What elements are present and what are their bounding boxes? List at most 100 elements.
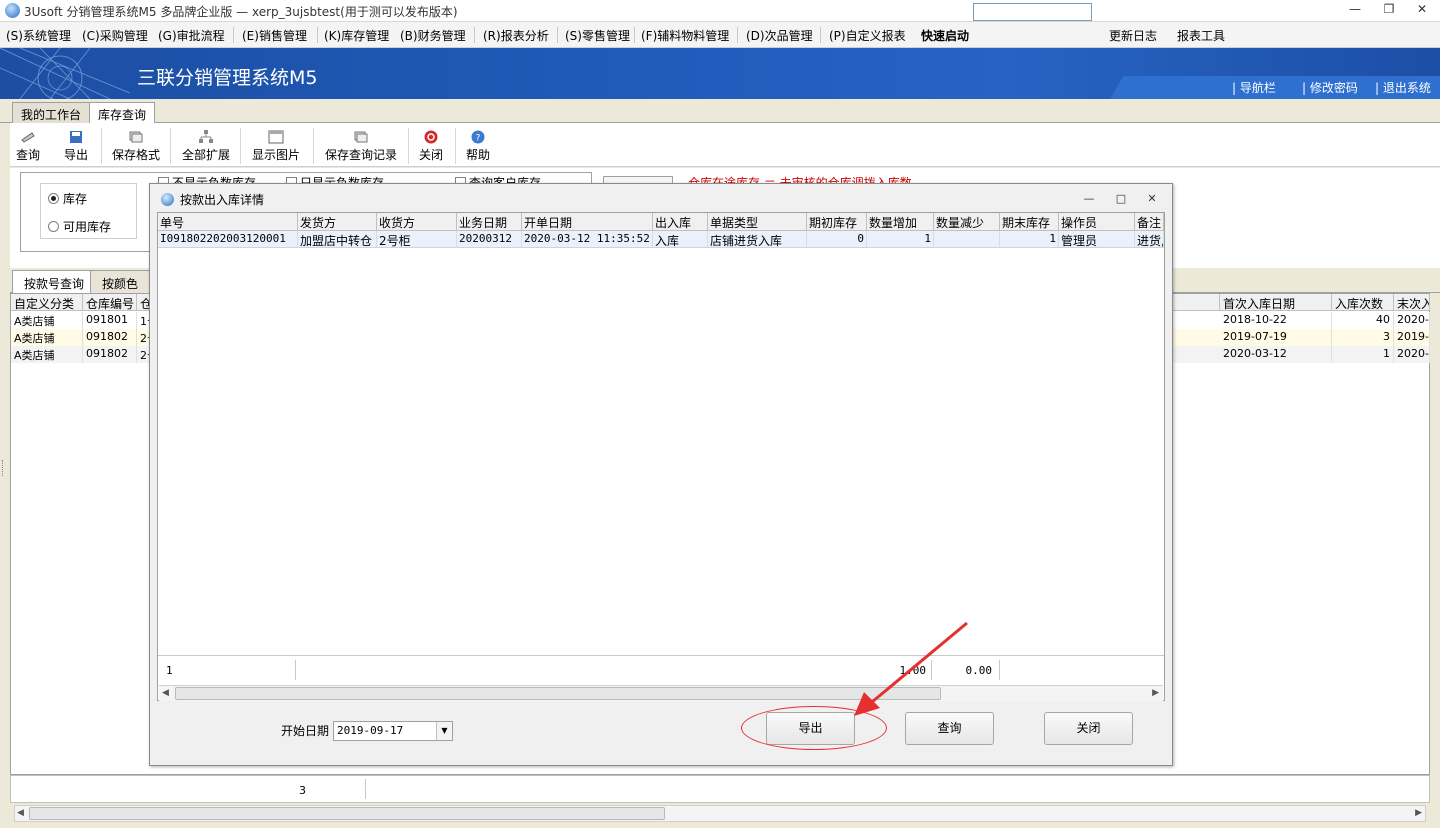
col-header-created-date[interactable]: 开单日期 xyxy=(522,213,653,231)
menu-custom-report[interactable]: (P)自定义报表 xyxy=(829,27,906,44)
menu-stock[interactable]: (K)库存管理 xyxy=(324,27,389,44)
stack-icon xyxy=(129,131,143,143)
col-header-last-in[interactable]: 末次入 xyxy=(1394,294,1430,311)
cell-remark: 进货, xyxy=(1135,231,1164,248)
export-button[interactable]: 导出 xyxy=(64,130,88,163)
menu-finance[interactable]: (B)财务管理 xyxy=(400,27,466,44)
scroll-left-icon[interactable]: ◀ xyxy=(17,808,24,818)
toolbar-separator xyxy=(455,128,456,164)
cell-sender: 加盟店中转仓 xyxy=(298,231,377,248)
quick-start-input[interactable] xyxy=(973,3,1092,21)
cell-last-in: 2020- xyxy=(1394,312,1430,329)
show-image-button[interactable]: 显示图片 xyxy=(252,130,300,163)
detail-grid xyxy=(157,212,1165,701)
col-header-remark[interactable]: 备注 xyxy=(1135,213,1164,231)
toolbar-separator xyxy=(170,128,171,164)
close-button[interactable]: 关闭 xyxy=(1044,712,1133,745)
col-header-qty-increase[interactable]: 数量增加 xyxy=(867,213,934,231)
menu-sales[interactable]: (E)销售管理 xyxy=(242,27,307,44)
change-password-label: 修改密码 xyxy=(1309,81,1358,95)
menu-report-tool[interactable]: 报表工具 xyxy=(1177,27,1225,44)
splitter-grip[interactable] xyxy=(2,460,5,476)
radio-stock[interactable]: 库存 xyxy=(48,190,87,207)
menu-system[interactable]: (S)系统管理 xyxy=(6,27,71,44)
cell-in-times: 1 xyxy=(1332,346,1394,363)
save-query-record-label: 保存查询记录 xyxy=(325,148,398,162)
cell-doc-no: I091802202003120001 xyxy=(158,231,298,248)
radio-available-stock[interactable]: 可用库存 xyxy=(48,218,111,235)
cell-opening-stock: 0 xyxy=(807,231,867,248)
tab-by-color[interactable]: 按颜色查 xyxy=(90,270,150,293)
menu-defects[interactable]: (D)次品管理 xyxy=(746,27,813,44)
restore-icon[interactable]: ❐ xyxy=(1377,2,1401,20)
cell-qty-decrease xyxy=(934,231,1000,248)
scroll-right-icon[interactable]: ▶ xyxy=(1415,808,1422,818)
chevron-down-icon[interactable]: ▼ xyxy=(436,722,452,740)
scroll-right-icon[interactable]: ▶ xyxy=(1152,688,1159,698)
dialog-minimize-icon[interactable]: — xyxy=(1081,192,1097,208)
cell-operator: 管理员 xyxy=(1059,231,1135,248)
svg-text:?: ? xyxy=(476,134,481,144)
change-password-link[interactable]: | 修改密码 xyxy=(1302,79,1358,96)
close-button[interactable]: 关闭 xyxy=(419,130,443,163)
cell-first-in-date: 2019-07-19 xyxy=(1220,329,1332,346)
cell-first-in-date: 2018-10-22 xyxy=(1220,312,1332,329)
export-label: 导出 xyxy=(64,148,89,162)
menu-separator xyxy=(820,27,821,43)
quick-start-label: 快速启动 xyxy=(921,29,970,43)
help-button[interactable]: ? 帮助 xyxy=(466,130,490,163)
summary-separator xyxy=(365,779,366,799)
col-header-warehouse-code[interactable]: 仓库编号 xyxy=(83,294,137,311)
menu-purchase[interactable]: (C)采购管理 xyxy=(82,27,148,44)
cell-warehouse-code: 091801 xyxy=(83,312,137,329)
expand-all-button[interactable]: 全部扩展 xyxy=(182,130,230,163)
col-header-in-out[interactable]: 出入库 xyxy=(653,213,708,231)
menu-separator xyxy=(737,27,738,43)
col-header-qty-decrease[interactable]: 数量减少 xyxy=(934,213,1000,231)
query-button[interactable]: 查询 xyxy=(16,130,40,163)
col-header-operator[interactable]: 操作员 xyxy=(1059,213,1135,231)
main-horizontal-scrollbar[interactable]: ◀ ▶ xyxy=(14,805,1426,822)
col-header-doc-no[interactable]: 单号 xyxy=(158,213,298,231)
col-header-category[interactable]: 自定义分类 xyxy=(11,294,83,311)
col-header-hidden[interactable] xyxy=(1172,294,1220,311)
col-header-sender[interactable]: 发货方 xyxy=(298,213,377,231)
scroll-thumb[interactable] xyxy=(29,807,665,820)
save-query-record-button[interactable]: 保存查询记录 xyxy=(325,130,397,163)
dialog-title: 按款出入库详情 xyxy=(180,193,265,207)
col-header-opening-stock[interactable]: 期初库存 xyxy=(807,213,867,231)
tab-by-style[interactable]: 按款号查询 xyxy=(12,270,97,293)
toolbar-separator xyxy=(313,128,314,164)
col-header-in-times[interactable]: 入库次数 xyxy=(1332,294,1394,311)
col-header-closing-stock[interactable]: 期末库存 xyxy=(1000,213,1059,231)
detail-horizontal-scrollbar[interactable]: ◀ ▶ xyxy=(159,685,1163,701)
col-header-doc-type[interactable]: 单据类型 xyxy=(708,213,807,231)
dialog-maximize-icon[interactable]: □ xyxy=(1113,192,1129,208)
menu-approval[interactable]: (G)审批流程 xyxy=(158,27,225,44)
menu-reports[interactable]: (R)报表分析 xyxy=(483,27,549,44)
cell-doc-type: 店铺进货入库 xyxy=(708,231,807,248)
menu-update-log[interactable]: 更新日志 xyxy=(1109,27,1157,44)
minimize-icon[interactable]: — xyxy=(1343,2,1367,20)
cell-in-times: 3 xyxy=(1332,329,1394,346)
dialog-close-icon[interactable]: ✕ xyxy=(1144,192,1160,208)
tab-stock-query[interactable]: 库存查询 xyxy=(89,102,156,124)
cell-created-date: 2020-03-12 11:35:52 xyxy=(522,231,653,248)
show-image-label: 显示图片 xyxy=(252,148,301,162)
scroll-thumb[interactable] xyxy=(175,687,941,700)
start-date-label: 开始日期 xyxy=(281,724,330,738)
col-header-business-date[interactable]: 业务日期 xyxy=(457,213,522,231)
col-header-first-in-date[interactable]: 首次入库日期 xyxy=(1220,294,1332,311)
menu-retail[interactable]: (S)零售管理 xyxy=(565,27,630,44)
start-date-input[interactable]: 2019-09-17 xyxy=(333,721,453,741)
nav-bar-link[interactable]: | 导航栏 xyxy=(1232,79,1276,96)
tab-workbench[interactable]: 我的工作台 xyxy=(12,102,91,123)
stop-icon xyxy=(424,130,438,144)
cell-category: A类店铺 xyxy=(11,329,83,346)
menu-materials[interactable]: (F)辅料物料管理 xyxy=(641,27,729,44)
logout-link[interactable]: | 退出系统 xyxy=(1375,79,1431,96)
col-header-receiver[interactable]: 收货方 xyxy=(377,213,457,231)
close-icon[interactable]: ✕ xyxy=(1410,2,1434,20)
scroll-left-icon[interactable]: ◀ xyxy=(162,688,169,698)
save-format-button[interactable]: 保存格式 xyxy=(112,130,160,163)
